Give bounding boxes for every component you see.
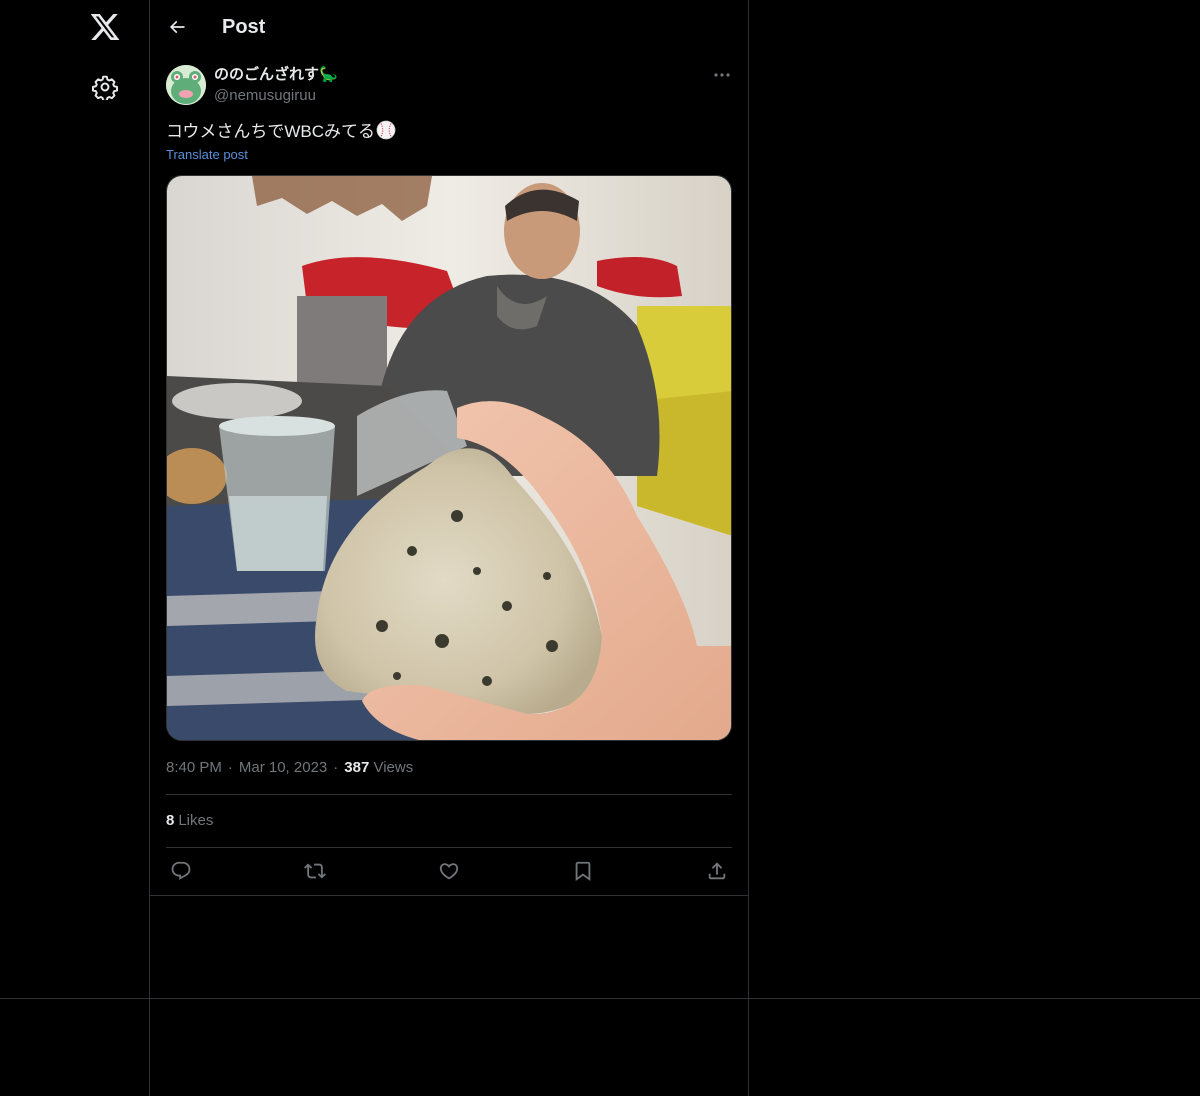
post-detail-column: Post ののごんざれす🦕 @nemusugiruu コウメさんちでWBCみてる <box>150 0 748 998</box>
likes-summary[interactable]: 8 Likes <box>166 811 213 831</box>
like-icon <box>439 863 459 880</box>
reply-button[interactable] <box>170 860 192 882</box>
views-count: 387 <box>344 759 370 776</box>
post-time[interactable]: 8:40 PM <box>166 759 222 776</box>
post-date[interactable]: Mar 10, 2023 <box>239 759 327 776</box>
share-icon <box>708 862 726 880</box>
gear-icon[interactable] <box>92 74 118 102</box>
post-media-photo[interactable] <box>166 175 732 741</box>
likes-count: 8 <box>166 812 175 829</box>
share-button[interactable] <box>706 860 728 882</box>
repost-icon <box>304 863 326 879</box>
arrow-left-icon <box>169 20 185 34</box>
like-button[interactable] <box>438 860 460 882</box>
more-options-button[interactable] <box>710 65 734 85</box>
repost-button[interactable] <box>304 860 326 882</box>
divider <box>166 794 732 795</box>
post-actions-bar <box>150 848 748 894</box>
reply-icon <box>171 861 191 880</box>
likes-label: Likes <box>178 812 214 829</box>
back-button[interactable] <box>164 14 190 40</box>
page-title: Post <box>222 16 266 38</box>
x-logo-icon[interactable] <box>89 11 121 43</box>
bottom-divider <box>0 998 1200 999</box>
author-handle[interactable]: @nemusugiruu <box>214 86 316 106</box>
left-navigation-rail <box>0 0 150 1096</box>
author-display-name[interactable]: ののごんざれす🦕 <box>214 65 338 85</box>
baseball-icon <box>376 120 396 140</box>
meta-separator: · <box>333 759 339 776</box>
post-bottom-border <box>150 895 748 896</box>
meta-separator: · <box>227 759 233 776</box>
avatar[interactable] <box>166 65 206 105</box>
more-horizontal-icon <box>714 73 730 77</box>
post-header: Post <box>150 0 748 53</box>
column-divider-right <box>748 0 749 1096</box>
post-text-content: コウメさんちでWBCみてる <box>166 122 375 141</box>
translate-post-link[interactable]: Translate post <box>166 146 248 164</box>
views-label: Views <box>373 759 414 776</box>
post-metadata: 8:40 PM · Mar 10, 2023 · 387 Views <box>166 758 413 778</box>
post-text: コウメさんちでWBCみてる <box>166 120 396 144</box>
bookmark-button[interactable] <box>572 860 594 882</box>
bookmark-icon <box>575 861 591 882</box>
